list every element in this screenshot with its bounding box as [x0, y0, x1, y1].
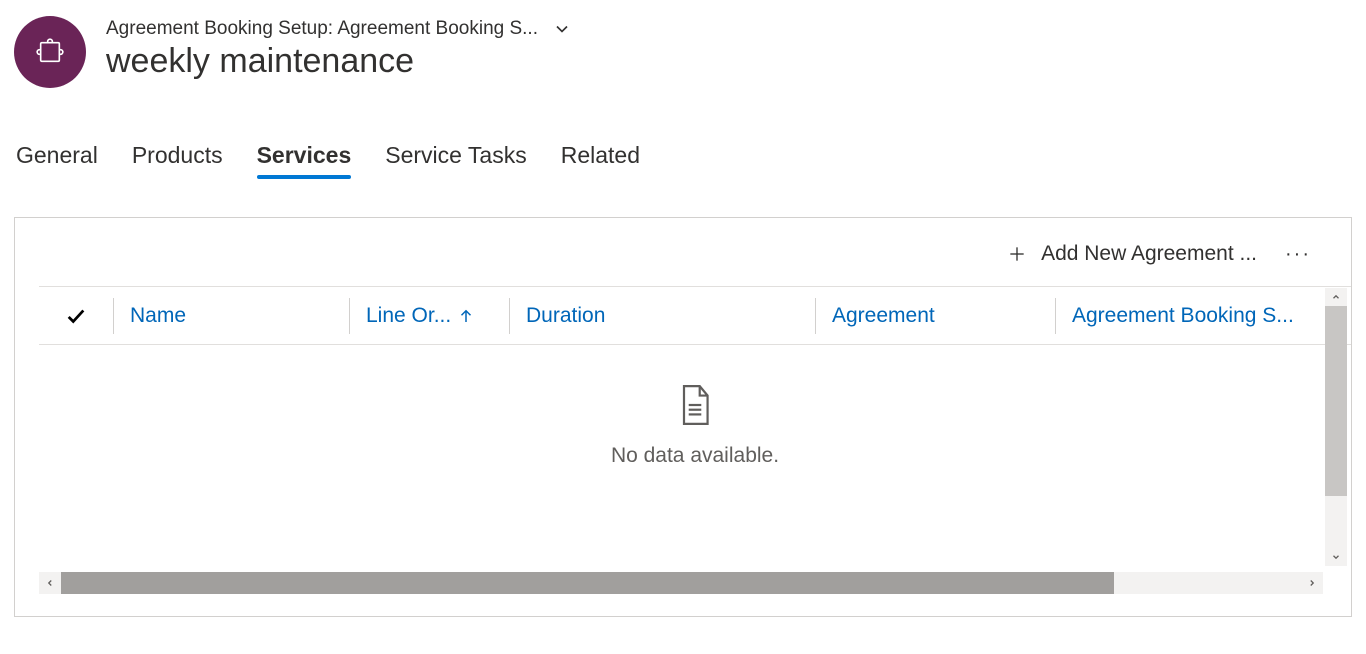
chevron-down-icon[interactable]	[552, 19, 572, 39]
empty-state: No data available.	[39, 345, 1351, 468]
column-agreement-label: Agreement	[832, 304, 935, 328]
column-line-order[interactable]: Line Or...	[349, 298, 509, 334]
tab-bar: General Products Services Service Tasks …	[14, 142, 1352, 177]
header-text-block: Agreement Booking Setup: Agreement Booki…	[106, 16, 572, 81]
column-duration[interactable]: Duration	[509, 298, 815, 334]
column-duration-label: Duration	[526, 304, 605, 328]
column-abs-label: Agreement Booking S...	[1072, 304, 1294, 328]
scroll-up-arrow[interactable]	[1325, 288, 1347, 306]
tab-products[interactable]: Products	[132, 142, 223, 177]
tab-service-tasks[interactable]: Service Tasks	[385, 142, 526, 177]
tab-services[interactable]: Services	[257, 142, 352, 177]
grid-inner: Name Line Or... Duration Agreement Agree…	[39, 286, 1351, 468]
grid-header-row: Name Line Or... Duration Agreement Agree…	[39, 287, 1351, 345]
column-line-label: Line Or...	[366, 304, 451, 328]
vertical-scrollbar[interactable]	[1325, 288, 1347, 566]
breadcrumb[interactable]: Agreement Booking Setup: Agreement Booki…	[106, 18, 538, 40]
scroll-left-arrow[interactable]	[39, 572, 61, 594]
add-new-agreement-button[interactable]: Add New Agreement ...	[1007, 242, 1257, 266]
column-name[interactable]: Name	[113, 298, 349, 334]
more-commands-button[interactable]: ···	[1275, 243, 1321, 266]
tab-general[interactable]: General	[16, 142, 98, 177]
entity-avatar	[14, 16, 86, 88]
grid-toolbar: Add New Agreement ... ···	[39, 232, 1351, 276]
scroll-right-arrow[interactable]	[1301, 572, 1323, 594]
chevron-left-icon	[45, 578, 55, 588]
chevron-up-icon	[1331, 292, 1341, 302]
add-button-label: Add New Agreement ...	[1041, 242, 1257, 266]
column-agreement[interactable]: Agreement	[815, 298, 1055, 334]
horizontal-scroll-thumb[interactable]	[61, 572, 1114, 594]
select-all-checkbox[interactable]	[39, 305, 113, 327]
column-agreement-booking-setup[interactable]: Agreement Booking S...	[1055, 298, 1315, 334]
empty-message: No data available.	[39, 444, 1351, 468]
horizontal-scrollbar[interactable]	[39, 572, 1323, 594]
document-icon	[676, 383, 714, 427]
services-grid: Add New Agreement ... ··· Name Line Or..…	[14, 217, 1352, 617]
scroll-down-arrow[interactable]	[1325, 548, 1347, 566]
vertical-scroll-thumb[interactable]	[1325, 306, 1347, 496]
column-name-label: Name	[130, 304, 186, 328]
sort-asc-icon	[457, 307, 475, 325]
check-icon	[65, 305, 87, 327]
puzzle-icon	[36, 38, 64, 66]
chevron-down-icon	[1331, 552, 1341, 562]
page-title: weekly maintenance	[106, 42, 572, 81]
tab-related[interactable]: Related	[561, 142, 640, 177]
record-header: Agreement Booking Setup: Agreement Booki…	[14, 12, 1352, 88]
chevron-right-icon	[1307, 578, 1317, 588]
plus-icon	[1007, 244, 1027, 264]
